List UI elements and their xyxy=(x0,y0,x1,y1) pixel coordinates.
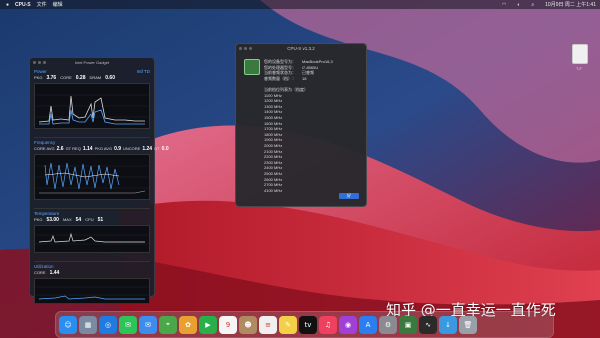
cpu-s-icon[interactable]: ▣ xyxy=(399,315,417,334)
stat-value: 53.00 xyxy=(46,217,59,223)
stat-label: GT xyxy=(154,146,160,151)
stat-value: 51 xyxy=(97,217,104,223)
stat-label: MAX xyxy=(62,217,72,222)
music-icon[interactable]: ♫ xyxy=(319,315,337,334)
launchpad-icon[interactable]: ▦ xyxy=(79,315,97,334)
stat-value: 0.9 xyxy=(114,146,122,152)
utilization-graph xyxy=(34,278,150,304)
menubar-clock[interactable]: 10月9日 周二 上午1:41 xyxy=(545,1,596,8)
app-store-icon[interactable]: A xyxy=(359,315,377,334)
stat-value: 2.6 xyxy=(56,146,64,152)
stat-label: CORE xyxy=(60,75,72,80)
close-button[interactable] xyxy=(33,61,36,64)
info-key: 睿频数量（档）： xyxy=(264,75,296,81)
ok-button[interactable]: 好 xyxy=(339,193,359,199)
stat-value: 0.28 xyxy=(75,75,86,81)
frequency-section-title: Frequency xyxy=(34,140,56,145)
safari-icon[interactable]: ◎ xyxy=(99,315,117,334)
tv-icon[interactable]: tv xyxy=(299,315,317,334)
trash-icon[interactable]: 🗑 xyxy=(459,315,477,334)
contacts-icon[interactable]: ☻ xyxy=(239,315,257,334)
stat-value: 3.76 xyxy=(46,75,57,81)
utilization-stats: CORE 1.44 xyxy=(34,270,150,276)
maps-icon[interactable]: ⌖ xyxy=(159,315,177,334)
power-stats: PKG 3.76 CORE 0.28 DRAM 0.60 xyxy=(34,75,150,81)
messages-icon[interactable]: ✉ xyxy=(119,315,137,334)
close-button[interactable] xyxy=(239,47,242,50)
temperature-section-title: Temperature xyxy=(34,211,60,216)
window-titlebar: CPU-S v1.3.2 xyxy=(236,44,366,54)
facetime-icon[interactable]: ▶ xyxy=(199,315,217,334)
stat-value: 1.44 xyxy=(49,270,60,276)
stat-value: 1.14 xyxy=(82,146,93,152)
stat-label: PKG xyxy=(34,75,43,80)
utilization-section-title: Utilization xyxy=(34,264,54,269)
reminders-icon[interactable]: ≡ xyxy=(259,315,277,334)
power-gadget-window: Intel Power Gadget Power Intf TD PKG 3.76 … xyxy=(29,57,169,304)
stat-label: PKG AVG xyxy=(94,146,113,151)
cpu-s-window: CPU-S v1.3.2 您的设备型号为： MacBookPro16,3 您的处理… xyxy=(235,43,367,207)
zoom-button[interactable] xyxy=(43,61,46,64)
activity-monitor-icon[interactable]: ∿ xyxy=(419,315,437,334)
info-value: 18 xyxy=(302,75,307,81)
zoom-button[interactable] xyxy=(249,47,252,50)
photos-icon[interactable]: ✿ xyxy=(179,315,197,334)
minimize-button[interactable] xyxy=(38,61,41,64)
dock: ☺ ▦ ◎ ✉ ✉ ⌖ ✿ ▶ 9 ☻ ≡ ✎ tv ♫ ◉ A ⚙ ▣ ∿ ↓ 🗑 xyxy=(55,311,554,338)
window-title: Intel Power Gadget xyxy=(74,60,110,65)
control-center-icon[interactable]: ◐ xyxy=(517,2,520,8)
power-section-title: Power xyxy=(34,69,47,74)
apple-icon[interactable]: ● xyxy=(6,2,9,8)
device-info: 您的设备型号为： MacBookPro16,3 您的处理器型号： i7-8565U … xyxy=(264,59,333,81)
frequency-graph xyxy=(34,154,150,200)
downloads-icon[interactable]: ↓ xyxy=(439,315,457,334)
window-title: CPU-S v1.3.2 xyxy=(287,46,315,51)
app-menu[interactable]: CPU-S xyxy=(15,2,31,8)
stat-label: UNCORE xyxy=(123,146,141,151)
frequency-stats: CORE AVG 2.6 GT REQ 1.14 PKG AVG 0.9 UNCORE… xyxy=(34,146,169,152)
finder-icon[interactable]: ☺ xyxy=(59,315,77,334)
temperature-stats: PKG 53.00 MAX 54 CPU 51 xyxy=(34,217,150,223)
window-titlebar: Intel Power Gadget xyxy=(30,58,154,67)
search-icon[interactable]: ⌕ xyxy=(531,2,534,8)
chip-icon xyxy=(244,59,260,75)
disk-drive-icon[interactable] xyxy=(572,44,588,64)
stat-value: 54 xyxy=(75,217,82,223)
calendar-icon[interactable]: 9 xyxy=(219,315,237,334)
notes-icon[interactable]: ✎ xyxy=(279,315,297,334)
frequency-list-header: 当前档位列表为（档度） xyxy=(264,87,308,92)
stat-label: CORE AVG xyxy=(34,146,55,151)
stat-label: CPU xyxy=(85,217,94,222)
menu-edit[interactable]: 编辑 xyxy=(53,1,63,8)
frequency-list: 当前档位列表为（档度） 1100 MHz 1200 MHz 1300 MHz 1400… xyxy=(264,87,308,193)
minimize-button[interactable] xyxy=(244,47,247,50)
menu-bar: ● CPU-S 文件 编辑 ◠ ◐ ⌕ 10月9日 周二 上午1:41 xyxy=(0,0,600,9)
menu-file[interactable]: 文件 xyxy=(37,1,47,8)
power-limit: Intf TD xyxy=(136,69,150,74)
stat-label: PKG xyxy=(34,217,43,222)
stat-value: 0.0 xyxy=(161,146,169,152)
stat-value: 0.60 xyxy=(105,75,115,81)
power-graph xyxy=(34,83,150,129)
stat-label: CORE xyxy=(34,270,46,275)
disk-drive-label: T-F xyxy=(576,66,582,71)
wifi-icon[interactable]: ◠ xyxy=(502,2,506,8)
podcasts-icon[interactable]: ◉ xyxy=(339,315,357,334)
stat-label: GT REQ xyxy=(65,146,81,151)
mail-icon[interactable]: ✉ xyxy=(139,315,157,334)
frequency-item: 4100 MHz xyxy=(264,187,283,193)
system-preferences-icon[interactable]: ⚙ xyxy=(379,315,397,334)
stat-value: 1.24 xyxy=(142,146,153,152)
temperature-graph xyxy=(34,225,150,253)
stat-label: DRAM xyxy=(89,75,102,80)
